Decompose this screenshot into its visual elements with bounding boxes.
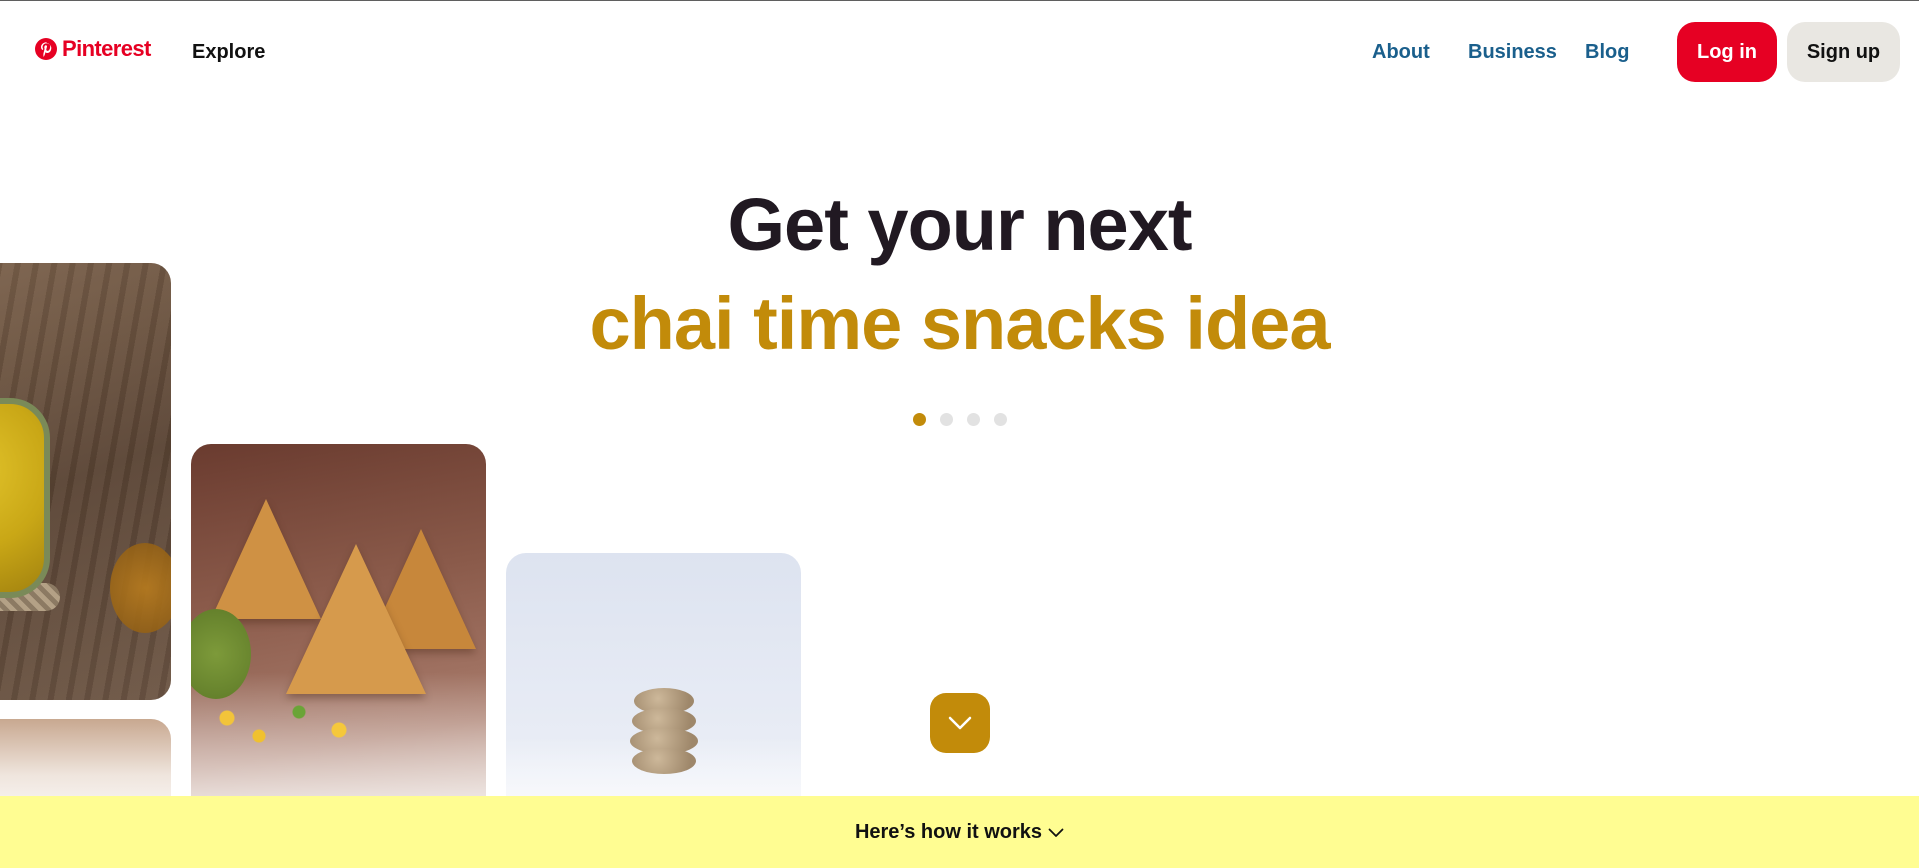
explore-link[interactable]: Explore [192, 41, 265, 64]
drink-glass [0, 398, 50, 598]
top-navigation: Pinterest Explore About Business Blog Lo… [0, 1, 1919, 103]
pinterest-logo[interactable]: Pinterest [34, 37, 151, 61]
hero-heading: Get your next [727, 183, 1193, 266]
carousel-dot-3[interactable] [967, 413, 980, 426]
chevron-down-icon [948, 716, 972, 730]
signup-button[interactable]: Sign up [1787, 22, 1900, 82]
page: Pinterest Explore About Business Blog Lo… [0, 0, 1919, 868]
chevron-down-icon [1048, 828, 1064, 837]
hero-rotating-topic: chai time snacks idea [589, 282, 1331, 365]
spice-bowl [110, 543, 171, 633]
how-it-works-label: Here’s how it works [854, 821, 1043, 843]
pin-image-turmeric-drink[interactable] [0, 263, 171, 700]
carousel-dot-1[interactable] [913, 413, 926, 426]
cookie-shape [632, 748, 696, 774]
carousel-indicator [913, 413, 1007, 426]
carousel-dot-2[interactable] [940, 413, 953, 426]
carousel-dot-4[interactable] [994, 413, 1007, 426]
samosa-shape [286, 544, 426, 694]
blog-link[interactable]: Blog [1585, 41, 1629, 64]
pinterest-logo-icon [35, 38, 57, 60]
how-it-works-banner[interactable]: Here’s how it works [0, 796, 1919, 868]
about-link[interactable]: About [1372, 41, 1430, 64]
login-button[interactable]: Log in [1677, 22, 1777, 82]
chutney-bowl [191, 609, 251, 699]
corn-peas-garnish [211, 694, 371, 754]
logo-wordmark: Pinterest [62, 36, 151, 61]
business-link[interactable]: Business [1468, 41, 1557, 64]
scroll-down-button[interactable] [930, 693, 990, 753]
